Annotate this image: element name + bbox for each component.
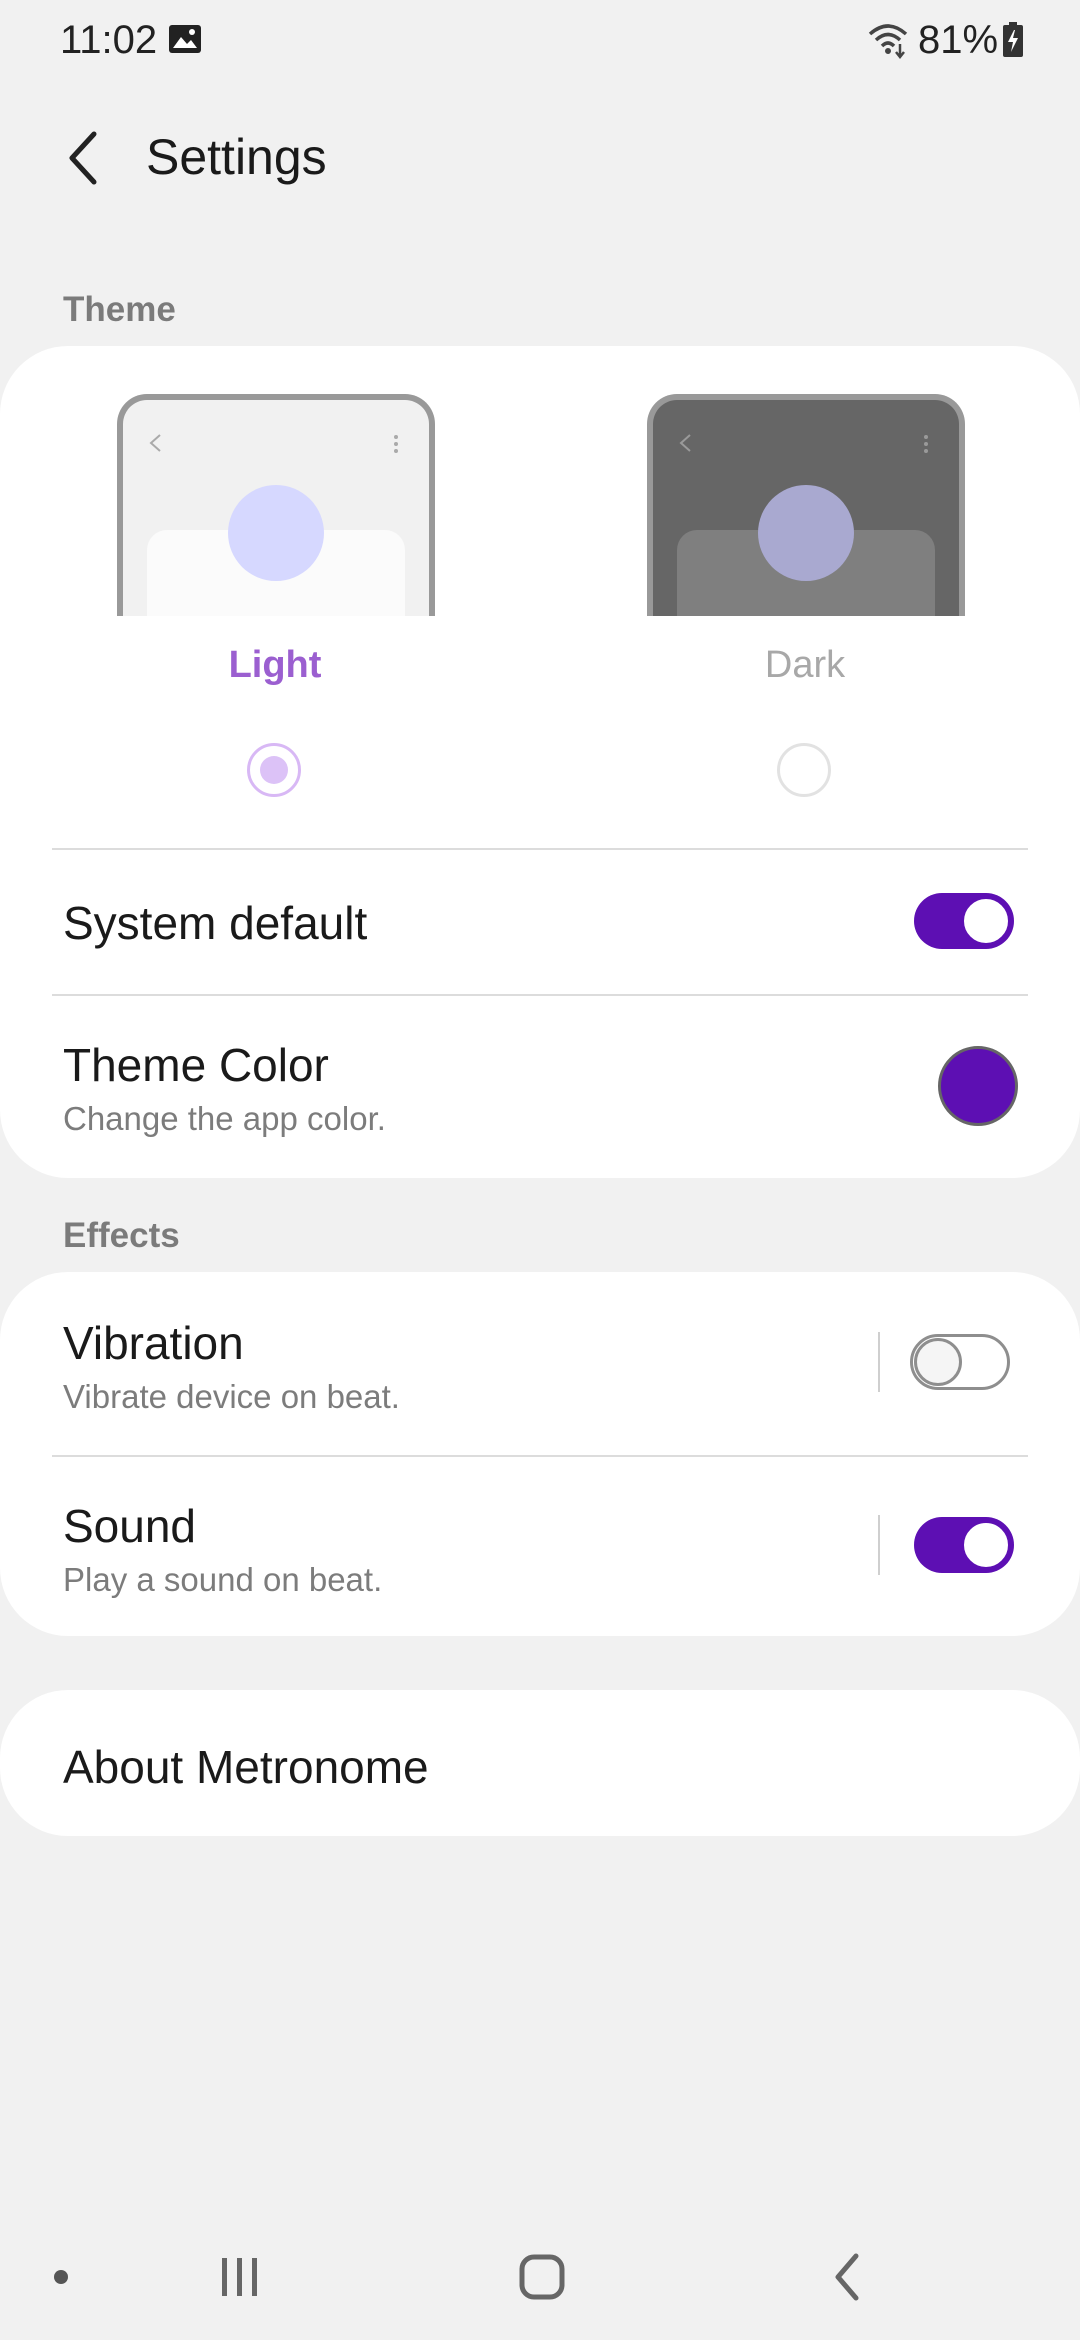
status-time: 11:02 xyxy=(60,18,158,62)
wifi-icon xyxy=(868,24,908,60)
mini-circle xyxy=(758,485,854,581)
mini-back-icon xyxy=(679,434,691,452)
dark-theme-preview[interactable] xyxy=(647,394,965,616)
navigation-bar xyxy=(0,2220,1080,2340)
toggle-knob xyxy=(914,1338,962,1386)
nav-dot-icon xyxy=(54,2270,68,2284)
battery-charging-icon xyxy=(1003,22,1023,57)
system-default-label[interactable]: System default xyxy=(63,896,367,950)
sound-sublabel: Play a sound on beat. xyxy=(63,1561,383,1598)
about-metronome-label[interactable]: About Metronome xyxy=(63,1740,429,1794)
vibration-sublabel: Vibrate device on beat. xyxy=(63,1378,400,1415)
vibration-label[interactable]: Vibration xyxy=(63,1316,244,1370)
mini-back-icon xyxy=(149,434,161,452)
recent-apps-icon[interactable] xyxy=(210,2250,270,2304)
page-title: Settings xyxy=(146,129,327,185)
vibration-toggle[interactable] xyxy=(910,1334,1010,1390)
image-icon xyxy=(169,25,201,53)
battery-percentage: 81% xyxy=(918,18,999,62)
vertical-separator xyxy=(878,1515,880,1575)
back-button[interactable] xyxy=(52,118,116,198)
light-theme-radio[interactable] xyxy=(247,743,301,797)
system-default-toggle[interactable] xyxy=(914,893,1014,949)
mini-circle xyxy=(228,485,324,581)
dark-theme-radio[interactable] xyxy=(777,743,831,797)
status-bar: 11:02 81% xyxy=(0,0,1080,80)
home-icon[interactable] xyxy=(512,2250,572,2304)
toggle-knob xyxy=(961,1520,1011,1570)
mini-more-icon xyxy=(924,435,928,453)
divider xyxy=(52,994,1028,996)
divider xyxy=(52,848,1028,850)
effects-section-label: Effects xyxy=(63,1216,180,1255)
divider xyxy=(52,1455,1028,1457)
theme-color-sublabel: Change the app color. xyxy=(63,1100,386,1137)
vertical-separator xyxy=(878,1332,880,1392)
back-icon[interactable] xyxy=(818,2250,878,2304)
sound-label[interactable]: Sound xyxy=(63,1499,196,1553)
settings-screen: 11:02 81% Settings Theme Light Dark Syst… xyxy=(0,0,1080,2340)
light-theme-label[interactable]: Light xyxy=(125,644,425,687)
theme-color-swatch[interactable] xyxy=(938,1046,1018,1126)
toggle-knob xyxy=(961,896,1011,946)
chevron-left-icon xyxy=(69,131,97,185)
mini-more-icon xyxy=(394,435,398,453)
dark-theme-label[interactable]: Dark xyxy=(655,644,955,687)
theme-section-label: Theme xyxy=(63,290,176,329)
theme-color-label[interactable]: Theme Color xyxy=(63,1038,329,1092)
light-theme-preview[interactable] xyxy=(117,394,435,616)
sound-toggle[interactable] xyxy=(914,1517,1014,1573)
